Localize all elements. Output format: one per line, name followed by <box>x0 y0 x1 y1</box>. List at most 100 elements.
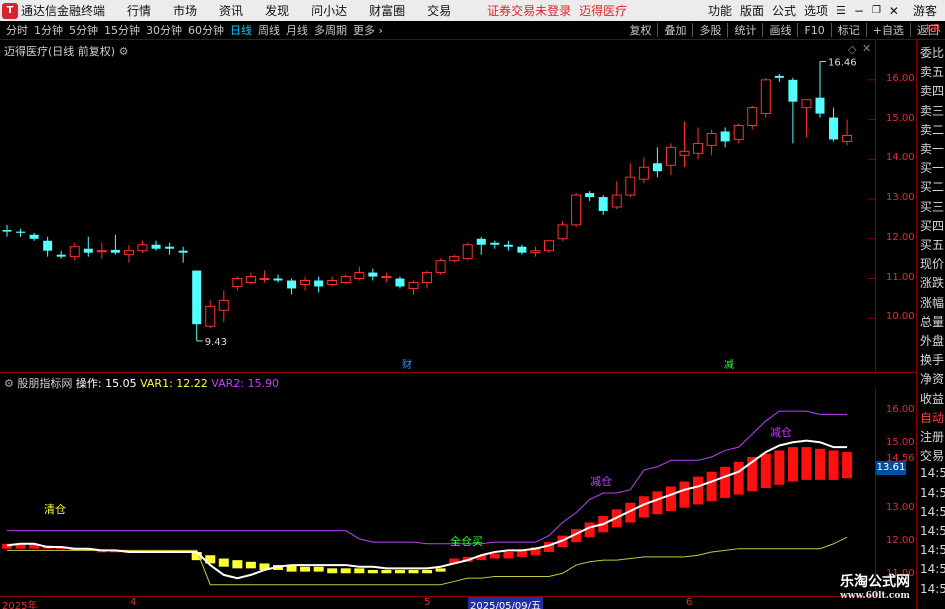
candle-body <box>151 244 161 249</box>
candle-body <box>517 246 527 253</box>
side-panel-item[interactable]: 换手 <box>920 351 944 368</box>
candle-body <box>259 278 270 281</box>
candle-body <box>300 280 311 285</box>
candle-body <box>665 146 676 166</box>
menu-banmian[interactable]: 版面 <box>740 2 764 19</box>
chart-close-icon[interactable]: ✕ <box>862 42 871 55</box>
period-monthly[interactable]: 月线 <box>286 22 308 38</box>
side-panel-item[interactable]: 14:56 <box>920 543 945 557</box>
annotation-jiancang2: 减仓 <box>770 425 792 439</box>
period-15min[interactable]: 15分钟 <box>104 22 140 38</box>
side-panel-item[interactable]: 买五 <box>920 236 944 253</box>
title-bar: T 通达信金融终端 行情 市场 资讯 发现 问小达 财富圈 交易 证券交易未登录… <box>0 0 945 21</box>
event-marker-jian: 减 <box>724 359 734 371</box>
menu-xuanxiang[interactable]: 选项 <box>804 2 828 19</box>
side-panel-item[interactable]: 买一 <box>920 159 944 176</box>
period-multi[interactable]: 多周期 <box>314 22 347 38</box>
period-more[interactable]: 更多 › <box>353 22 383 38</box>
side-panel-item[interactable]: 涨幅 <box>920 294 944 311</box>
close-icon[interactable]: ✕ <box>889 4 899 18</box>
tool-biaoji[interactable]: 标记 <box>838 22 860 38</box>
side-panel-item[interactable]: 卖五 <box>920 63 944 80</box>
tool-fuquan[interactable]: 复权 <box>629 22 651 38</box>
candle-body <box>733 125 744 140</box>
tool-huaxian[interactable]: 画线 <box>769 22 791 38</box>
indicator-bar <box>842 452 853 479</box>
menu-wenxiaoda[interactable]: 问小达 <box>311 2 347 19</box>
side-panel-item[interactable]: 买四 <box>920 217 944 234</box>
menu-icon[interactable]: ☰ <box>836 4 846 17</box>
tool-tongji[interactable]: 统计 <box>734 22 756 38</box>
settings-icon[interactable]: ⚙ <box>119 45 129 58</box>
candle-body <box>422 272 433 283</box>
period-30min[interactable]: 30分钟 <box>146 22 182 38</box>
side-panel-item[interactable]: 自动 <box>920 409 944 426</box>
menu-zixun[interactable]: 资讯 <box>219 2 243 19</box>
candle-body <box>544 240 554 252</box>
menu-faxian[interactable]: 发现 <box>265 2 289 19</box>
main-axis-tick: 13.00 <box>886 192 915 204</box>
side-panel-item[interactable]: 总量 <box>920 313 944 330</box>
side-panel-item[interactable]: 外盘 <box>920 332 944 349</box>
side-panel-item[interactable]: 净资 <box>920 370 944 387</box>
kr-label: KR <box>926 22 941 35</box>
login-alert[interactable]: 证券交易未登录 <box>487 2 571 19</box>
stock-name-title: 迈得医疗 <box>579 4 628 18</box>
indicator-bar <box>354 568 365 574</box>
candle-body <box>110 249 120 253</box>
quote-side-panel: 委比卖五卖四卖三卖二卖一买一买二买三买四买五现价涨跌涨幅总量外盘换手净资收益自动… <box>916 40 945 609</box>
maximize-icon[interactable]: ❐ <box>872 5 881 16</box>
side-panel-item[interactable]: 收益 <box>920 390 944 407</box>
tool-zixuan[interactable]: +自选 <box>873 22 904 38</box>
sub-axis-tick: 12.00 <box>886 535 915 547</box>
candle-body <box>232 278 243 287</box>
period-1min[interactable]: 1分钟 <box>34 22 63 38</box>
side-panel-item[interactable]: 14:56 <box>920 466 945 480</box>
side-panel-item[interactable]: 注册 <box>920 428 944 445</box>
candle-body <box>245 276 256 283</box>
current-price-tag: 13.61 <box>876 461 906 475</box>
side-panel-item[interactable]: 买三 <box>920 198 944 215</box>
menu-gongshi[interactable]: 公式 <box>772 2 796 19</box>
menu-hangqing[interactable]: 行情 <box>127 2 151 19</box>
period-fenshi[interactable]: 分时 <box>6 22 28 38</box>
side-panel-item[interactable]: 交易 <box>920 447 944 464</box>
annotation-qingcang: 清仓 <box>44 502 66 516</box>
minimize-icon[interactable]: − <box>854 4 864 18</box>
period-60min[interactable]: 60分钟 <box>188 22 224 38</box>
candle-body <box>192 270 202 325</box>
sub-axis-tick: 13.00 <box>886 502 915 514</box>
guest-label[interactable]: 游客 <box>913 2 937 19</box>
side-panel-item[interactable]: 委比 <box>920 44 944 61</box>
side-panel-item[interactable]: 14:56 <box>920 486 945 500</box>
indicator-chart[interactable]: 清仓全仓买减仓减仓 <box>0 388 875 596</box>
side-panel-item[interactable]: 14:56 <box>920 524 945 538</box>
side-panel-item[interactable]: 卖四 <box>920 82 944 99</box>
period-5min[interactable]: 5分钟 <box>69 22 98 38</box>
tool-diejia[interactable]: 叠加 <box>664 22 686 38</box>
tool-f10[interactable]: F10 <box>804 24 824 37</box>
candlestick-chart[interactable]: 16.46 9.43 财 减 <box>0 40 875 372</box>
side-panel-item[interactable]: 卖二 <box>920 121 944 138</box>
chart-option-icon[interactable]: ◇ <box>848 43 856 56</box>
tool-duogu[interactable]: 多股 <box>699 22 721 38</box>
menu-jiaoyi[interactable]: 交易 <box>427 2 451 19</box>
side-panel-item[interactable]: 14:56 <box>920 505 945 519</box>
indicator-bar <box>652 491 663 515</box>
side-panel-item[interactable]: 涨跌 <box>920 274 944 291</box>
menu-shichang[interactable]: 市场 <box>173 2 197 19</box>
side-panel-item[interactable]: 卖三 <box>920 102 944 119</box>
main-price-axis: 16.00 15.00 14.00 13.00 12.00 11.00 10.00 <box>875 40 915 372</box>
candle-body <box>652 163 662 172</box>
side-panel-item[interactable]: 现价 <box>920 255 944 272</box>
menu-gongneng[interactable]: 功能 <box>708 2 732 19</box>
candle-body <box>287 280 297 289</box>
menu-caifuquan[interactable]: 财富圈 <box>369 2 405 19</box>
side-panel-item[interactable]: 买二 <box>920 178 944 195</box>
candle-body <box>69 246 80 258</box>
period-weekly[interactable]: 周线 <box>258 22 280 38</box>
candle-body <box>16 231 26 233</box>
period-daily[interactable]: 日线 <box>230 22 252 38</box>
candle-body <box>462 244 473 260</box>
side-panel-item[interactable]: 卖一 <box>920 140 944 157</box>
